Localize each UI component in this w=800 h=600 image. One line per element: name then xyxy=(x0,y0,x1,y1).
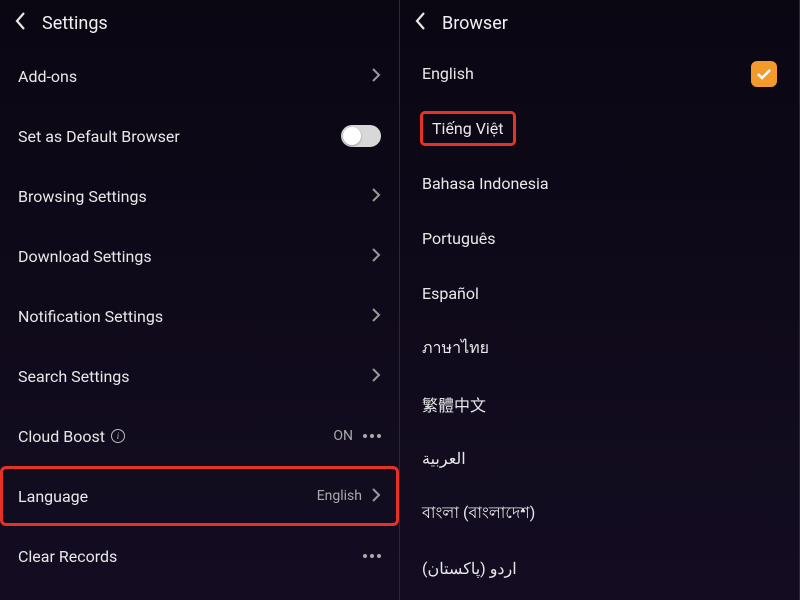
language-item-english[interactable]: English xyxy=(400,46,799,101)
row-label: Search Settings xyxy=(18,367,130,386)
row-label: Browsing Settings xyxy=(18,187,147,206)
settings-item-download[interactable]: Download Settings xyxy=(0,226,399,286)
settings-item-language[interactable]: Language English xyxy=(0,466,399,526)
language-name: Bahasa Indonesia xyxy=(422,174,549,193)
language-name: 繁體中文 xyxy=(422,392,486,416)
settings-item-notification[interactable]: Notification Settings xyxy=(0,286,399,346)
back-icon[interactable] xyxy=(414,11,428,35)
language-item-indonesian[interactable]: Bahasa Indonesia xyxy=(400,156,799,211)
checkmark-icon xyxy=(751,61,777,87)
language-item-spanish[interactable]: Español xyxy=(400,266,799,321)
chevron-right-icon xyxy=(372,67,381,86)
settings-list: Add-ons Set as Default Browser Browsing … xyxy=(0,46,399,600)
language-list: English Tiếng Việt Bahasa Indonesia Port… xyxy=(400,46,799,600)
settings-title: Settings xyxy=(42,13,108,34)
language-item-bengali[interactable]: বাংলা (বাংলাদেশ) xyxy=(400,486,799,541)
language-item-urdu[interactable]: اردو (پاکستان) xyxy=(400,541,799,596)
info-icon[interactable]: i xyxy=(111,429,125,443)
chevron-right-icon xyxy=(372,247,381,266)
language-item-portuguese[interactable]: Português xyxy=(400,211,799,266)
settings-item-search[interactable]: Search Settings xyxy=(0,346,399,406)
language-name: English xyxy=(422,64,474,83)
settings-item-browsing[interactable]: Browsing Settings xyxy=(0,166,399,226)
row-label: Set as Default Browser xyxy=(18,127,180,146)
row-label: Language xyxy=(18,487,88,506)
language-item-thai[interactable]: ภาษาไทย xyxy=(400,321,799,376)
language-title: Browser xyxy=(442,13,508,34)
chevron-right-icon xyxy=(372,307,381,326)
language-header: Browser xyxy=(400,0,799,46)
language-item-arabic[interactable]: العربية xyxy=(400,431,799,486)
row-label: Download Settings xyxy=(18,247,152,266)
language-pane: Browser English Tiếng Việt Bahasa Indone… xyxy=(400,0,800,600)
settings-item-clear-records[interactable]: Clear Records xyxy=(0,526,399,586)
language-name: ภาษาไทย xyxy=(422,336,489,361)
language-name: Tiếng Việt xyxy=(422,113,514,144)
chevron-right-icon xyxy=(372,367,381,386)
language-name: বাংলা (বাংলাদেশ) xyxy=(422,500,535,527)
language-name: Español xyxy=(422,284,479,303)
toggle-off-icon[interactable] xyxy=(341,125,381,147)
settings-pane: Settings Add-ons Set as Default Browser … xyxy=(0,0,400,600)
language-value: English xyxy=(317,488,362,504)
language-item-chinese-traditional[interactable]: 繁體中文 xyxy=(400,376,799,431)
chevron-right-icon xyxy=(372,187,381,206)
row-label: Notification Settings xyxy=(18,307,163,326)
row-label: Clear Records xyxy=(18,547,117,566)
status-on: ON xyxy=(333,428,353,444)
more-icon[interactable] xyxy=(363,554,381,558)
language-name: العربية xyxy=(422,449,466,468)
settings-item-addons[interactable]: Add-ons xyxy=(0,46,399,106)
back-icon[interactable] xyxy=(14,11,28,35)
row-label: Add-ons xyxy=(18,67,77,86)
chevron-right-icon xyxy=(372,487,381,506)
settings-item-default-browser[interactable]: Set as Default Browser xyxy=(0,106,399,166)
language-name: اردو (پاکستان) xyxy=(422,559,517,578)
more-icon[interactable] xyxy=(363,434,381,438)
settings-item-cloud-boost[interactable]: Cloud Boost i ON xyxy=(0,406,399,466)
row-label: Cloud Boost xyxy=(18,427,105,446)
settings-header: Settings xyxy=(0,0,399,46)
language-item-vietnamese[interactable]: Tiếng Việt xyxy=(400,101,799,156)
language-name: Português xyxy=(422,229,496,248)
